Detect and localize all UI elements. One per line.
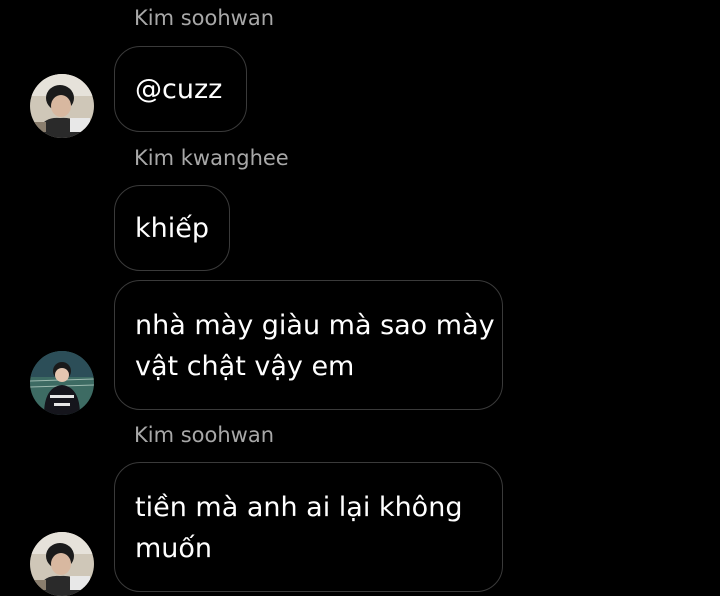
message-text-line: nhà mày giàu mà sao mày <box>135 310 495 341</box>
avatar[interactable] <box>30 351 94 415</box>
message-text-line: muốn <box>135 533 213 564</box>
message-text: @cuzz <box>135 73 223 105</box>
message-text-line: tiền mà anh ai lại không <box>135 492 463 523</box>
sender-name: Kim kwanghee <box>134 146 289 170</box>
message-bubble[interactable]: khiếp <box>114 185 230 271</box>
message-text-line: vật chật vậy em <box>135 351 355 382</box>
sender-name: Kim soohwan <box>134 6 275 30</box>
profile-photo-icon <box>30 532 94 596</box>
message-bubble[interactable]: tiền mà anh ai lại không muốn <box>114 462 503 592</box>
message-bubble[interactable]: @cuzz <box>114 46 247 132</box>
sender-name: Kim soohwan <box>134 423 275 447</box>
message-text: khiếp <box>135 212 209 244</box>
avatar[interactable] <box>30 532 94 596</box>
avatar[interactable] <box>30 74 94 138</box>
profile-photo-icon <box>30 74 94 138</box>
message-bubble[interactable]: nhà mày giàu mà sao mày vật chật vậy em <box>114 280 503 410</box>
profile-photo-icon <box>30 351 94 415</box>
